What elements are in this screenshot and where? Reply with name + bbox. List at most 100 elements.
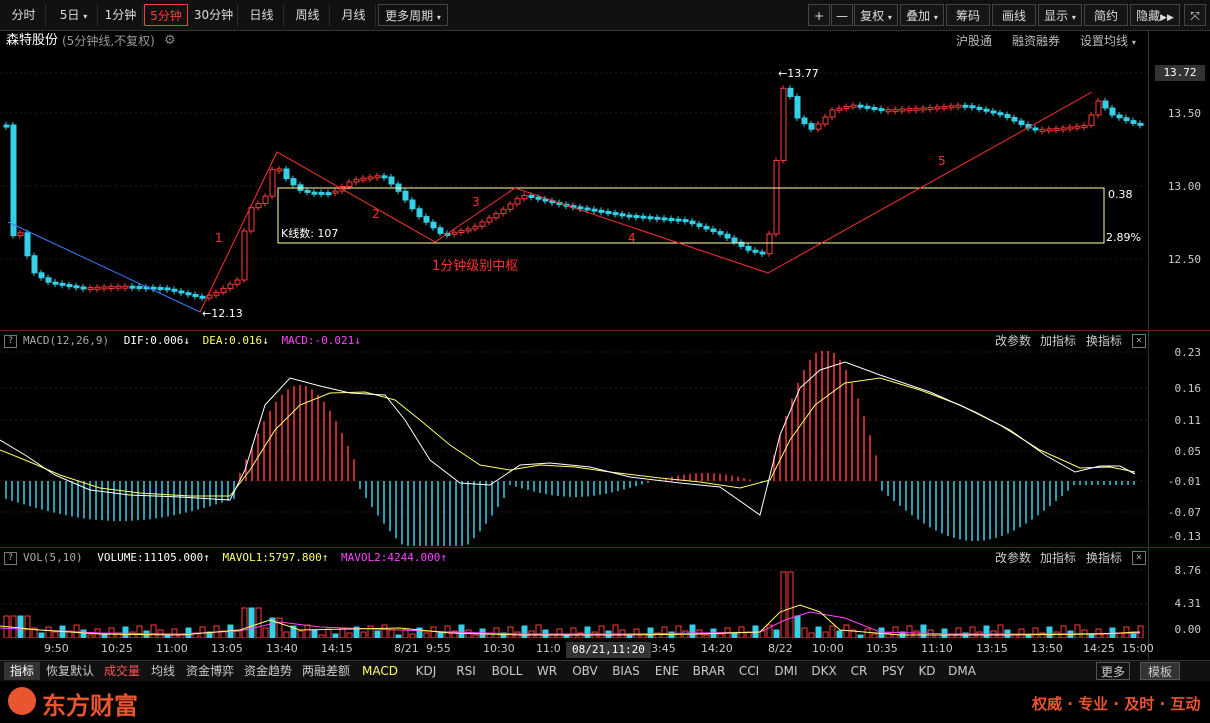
zhongshu-box[interactable] <box>277 187 1105 244</box>
tab-weekly[interactable]: 周线 <box>286 4 330 26</box>
volume-bar <box>689 624 696 638</box>
indicator-tab-16[interactable]: CCI <box>732 662 766 680</box>
close-icon[interactable]: ✕ <box>1132 334 1146 348</box>
candle-body <box>318 191 325 195</box>
candle-body <box>73 285 80 289</box>
candle-body <box>437 227 444 234</box>
indicator-tab-14[interactable]: ENE <box>648 662 686 680</box>
candle-body <box>906 108 913 112</box>
link-rongzi[interactable]: 融资融券 <box>1012 31 1060 51</box>
time-axis-label: 3:45 <box>651 642 676 655</box>
volume-bar <box>276 617 283 638</box>
fullscreen-icon[interactable]: ⤧ <box>1184 4 1206 26</box>
indicator-tab-18[interactable]: DKX <box>806 662 842 680</box>
macd-switch-indicator-button[interactable]: 换指标 <box>1086 331 1122 351</box>
tab-monthly[interactable]: 月线 <box>332 4 376 26</box>
tab-1min[interactable]: 1分钟 <box>99 4 143 26</box>
settings-gear-icon[interactable]: ⚙ <box>164 31 176 51</box>
indicator-tab-5[interactable]: 资金趋势 <box>240 662 296 680</box>
volume-bar <box>983 625 990 638</box>
candle-body <box>815 123 822 130</box>
footer: 东方财富 权威 · 专业 · 及时 · 互动 <box>0 681 1210 723</box>
tab-5day[interactable]: 5日 ▾ <box>50 4 98 26</box>
tab-5min[interactable]: 5分钟 <box>144 4 188 26</box>
chips-button[interactable]: 筹码 <box>946 4 990 26</box>
vol-add-indicator-button[interactable]: 加指标 <box>1040 548 1076 568</box>
chevron-down-icon: ▾ <box>933 13 938 22</box>
high-price-value: 13.77 <box>787 67 819 80</box>
indicator-tab-7[interactable]: MACD <box>356 662 404 680</box>
indicator-tab-15[interactable]: BRAR <box>688 662 730 680</box>
macd-chart[interactable] <box>0 351 1148 546</box>
indicator-tab-2[interactable]: 成交量 <box>100 662 144 680</box>
macd-axis-label: -0.07 <box>1167 506 1201 519</box>
display-label: 显示 <box>1044 9 1069 23</box>
display-button[interactable]: 显示 ▾ <box>1038 4 1082 26</box>
volume-bar <box>150 624 157 638</box>
candle-body <box>52 281 59 285</box>
zoom-out-button[interactable]: — <box>831 4 853 26</box>
volume-bar <box>1053 631 1060 638</box>
candle-body <box>962 104 969 108</box>
candle-body <box>955 104 962 108</box>
volume-bar <box>1011 634 1018 638</box>
candle-body <box>619 213 626 217</box>
candle-body <box>220 287 227 293</box>
candle-body <box>409 199 416 210</box>
macd-params-button[interactable]: 改参数 <box>995 331 1031 351</box>
indicator-tab-20[interactable]: PSY <box>876 662 910 680</box>
candle-body <box>87 287 94 291</box>
overlay-button[interactable]: 叠加 ▾ <box>900 4 944 26</box>
indicator-tab-6[interactable]: 两融差额 <box>298 662 354 680</box>
zoom-in-button[interactable]: + <box>808 4 830 26</box>
volume-chart[interactable] <box>0 568 1148 638</box>
indicator-tab-22[interactable]: DMA <box>944 662 980 680</box>
indicator-tab-13[interactable]: BIAS <box>606 662 646 680</box>
link-hugutong[interactable]: 沪股通 <box>956 31 992 51</box>
candle-body <box>171 288 178 292</box>
time-axis-label: 11:10 <box>921 642 953 655</box>
indicator-tab-8[interactable]: KDJ <box>406 662 446 680</box>
help-icon[interactable]: ? <box>4 551 17 565</box>
price-axis-current: 13.72 <box>1155 65 1205 81</box>
indicator-tab-10[interactable]: BOLL <box>486 662 528 680</box>
candle-body <box>1053 127 1060 131</box>
candle-body <box>1137 122 1144 126</box>
indicator-tab-1[interactable]: 恢复默认 <box>42 662 98 680</box>
indicator-tab-3[interactable]: 均线 <box>146 662 180 680</box>
indicator-tab-0[interactable]: 指标 <box>4 662 40 680</box>
help-icon[interactable]: ? <box>4 334 17 348</box>
mavol1-value: MAVOL1:5797.800 <box>222 551 322 564</box>
volume-bar <box>395 634 402 638</box>
candle-body <box>332 190 339 194</box>
indicator-tab-17[interactable]: DMI <box>768 662 804 680</box>
indicator-tab-19[interactable]: CR <box>844 662 874 680</box>
close-icon[interactable]: ✕ <box>1132 551 1146 565</box>
vol-switch-indicator-button[interactable]: 换指标 <box>1086 548 1122 568</box>
tab-fenshi[interactable]: 分时 <box>2 4 46 26</box>
simple-mode-button[interactable]: 简约 <box>1084 4 1128 26</box>
candle-body <box>241 230 248 281</box>
indicator-tab-11[interactable]: WR <box>530 662 564 680</box>
tab-more-periods[interactable]: 更多周期 ▾ <box>378 4 448 26</box>
draw-line-button[interactable]: 画线 <box>992 4 1036 26</box>
tab-30min[interactable]: 30分钟 <box>190 4 238 26</box>
hide-button[interactable]: 隐藏▶▶ <box>1130 4 1180 26</box>
indicator-tab-23[interactable]: 更多 <box>1096 662 1130 680</box>
indicator-tab-12[interactable]: OBV <box>566 662 604 680</box>
indicator-tab-24[interactable]: 模板 <box>1140 662 1180 680</box>
time-axis-label: 10:35 <box>866 642 898 655</box>
candle-body <box>626 214 633 218</box>
tab-daily[interactable]: 日线 <box>240 4 284 26</box>
candle-body <box>787 87 794 97</box>
indicator-tab-9[interactable]: RSI <box>448 662 484 680</box>
indicator-tab-21[interactable]: KD <box>912 662 942 680</box>
right-axis: 13.72 13.50 13.00 12.50 0.23 0.16 0.11 0… <box>1148 31 1210 661</box>
indicator-tab-4[interactable]: 资金博弈 <box>182 662 238 680</box>
kline-chart[interactable]: 1 2 3 4 5 K线数: 107 1分钟级别中枢 0.38 2.89% ←1… <box>0 51 1148 329</box>
fuquan-button[interactable]: 复权 ▾ <box>854 4 898 26</box>
vol-params-button[interactable]: 改参数 <box>995 548 1031 568</box>
set-ma-button[interactable]: 设置均线 ▾ <box>1080 31 1136 53</box>
candle-body <box>185 292 192 296</box>
macd-add-indicator-button[interactable]: 加指标 <box>1040 331 1076 351</box>
